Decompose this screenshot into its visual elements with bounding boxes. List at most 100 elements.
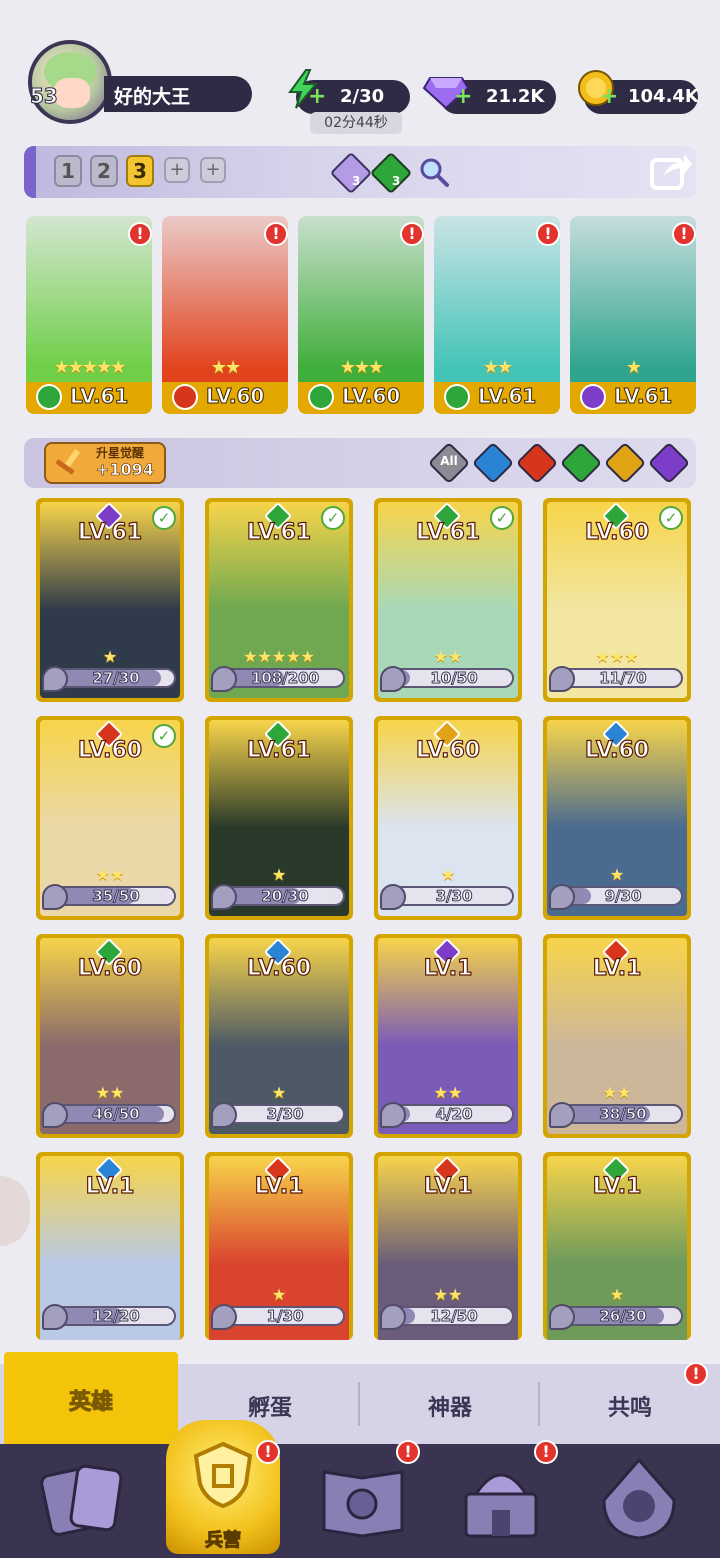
shard-progress-text: 3/30	[266, 1105, 304, 1124]
hero-level: LV.61	[613, 384, 673, 409]
featured-hero-card[interactable]: ★★ LV.61!	[434, 216, 560, 414]
shard-progress-text: 3/30	[435, 887, 473, 906]
featured-hero-card[interactable]: ★★★★★ LV.61!	[26, 216, 152, 414]
hero-stars: ★	[609, 865, 625, 884]
shard-progress-text: 38/50	[599, 1105, 647, 1124]
hero-card[interactable]: LV.60 ★ 3/30	[205, 934, 353, 1138]
hero-level: LV.61	[246, 519, 312, 545]
map-book-icon[interactable]	[318, 1458, 408, 1544]
shard-progress-text: 9/30	[604, 887, 642, 906]
hero-level: LV.60	[205, 384, 265, 409]
player-avatar[interactable]	[28, 40, 112, 124]
element-wood-icon	[308, 384, 334, 410]
hero-card[interactable]: LV.60 ★★ 46/50	[36, 934, 184, 1138]
team-add-slot-1[interactable]: +	[164, 157, 190, 183]
featured-hero-card[interactable]: ★★★ LV.60!	[298, 216, 424, 414]
hero-card[interactable]: LV.1 ★ 1/30	[205, 1152, 353, 1340]
hero-stars: ★	[271, 865, 287, 884]
search-icon[interactable]	[418, 156, 450, 188]
shard-progress-text: 35/50	[92, 887, 140, 906]
cards-icon[interactable]	[40, 1458, 130, 1544]
upstar-value: +1094	[96, 460, 155, 480]
hero-stars: ★★★★★	[243, 647, 315, 666]
hero-level: LV.60	[341, 384, 401, 409]
energy-add-icon[interactable]: +	[308, 86, 326, 108]
hero-alert-badge: !	[264, 222, 288, 246]
hero-stars: ★★	[210, 357, 241, 378]
hero-stars: ★★	[482, 357, 513, 378]
shard-progress-text: 27/30	[92, 669, 140, 688]
side-avatar-bubble[interactable]	[0, 1176, 30, 1246]
team-slot-3[interactable]: 3	[126, 155, 154, 187]
shrine-alert-badge: !	[534, 1440, 558, 1464]
element-wood-icon	[444, 384, 470, 410]
shard-progress-text: 12/20	[92, 1307, 140, 1326]
shard-progress-text: 26/30	[599, 1307, 647, 1326]
hero-alert-badge: !	[672, 222, 696, 246]
hero-level: LV.61	[477, 384, 537, 409]
hero-card[interactable]: LV.1 ★ 26/30	[543, 1152, 691, 1340]
tab-resonance[interactable]: 共鸣	[540, 1390, 720, 1422]
shard-progress-text: 10/50	[430, 669, 478, 688]
tab-heroes[interactable]: 英雄	[4, 1384, 178, 1416]
hero-level: LV.1	[592, 955, 642, 981]
hero-card[interactable]: LV.1 ★★ 38/50	[543, 934, 691, 1138]
hero-card[interactable]: ✓ LV.61 ★★★★★ 108/200	[205, 498, 353, 702]
resonance-alert-badge: !	[684, 1362, 708, 1386]
avatar-face	[54, 78, 90, 108]
hero-card[interactable]: LV.60 ★ 3/30	[374, 716, 522, 920]
energy-value: 2/30	[340, 86, 385, 107]
hero-stars: ★★	[95, 1083, 125, 1102]
hero-card[interactable]: ✓ LV.61 ★★ 10/50	[374, 498, 522, 702]
hero-stars: ★★	[602, 1083, 632, 1102]
hero-card[interactable]: LV.1 ★★ 12/50	[374, 1152, 522, 1340]
hero-level: LV.61	[415, 519, 481, 545]
hero-card[interactable]: ✓ LV.60 ★★★ 11/70	[543, 498, 691, 702]
energy-timer: 02分44秒	[310, 112, 402, 134]
hero-level: LV.1	[254, 1173, 304, 1199]
team-slot-1[interactable]: 1	[54, 155, 82, 187]
player-level: 53	[30, 84, 59, 109]
hero-card[interactable]: LV.1 ★★ 4/20	[374, 934, 522, 1138]
hero-card[interactable]: ✓ LV.60 ★★ 35/50	[36, 716, 184, 920]
wood-rune-count: 3	[392, 174, 401, 188]
hero-card[interactable]: LV.60 ★ 9/30	[543, 716, 691, 920]
hero-stars: ★	[625, 357, 642, 378]
shard-progress-text: 11/70	[599, 669, 647, 688]
share-icon[interactable]	[648, 148, 694, 192]
hero-card[interactable]: LV.1 12/20	[36, 1152, 184, 1340]
hero-alert-badge: !	[400, 222, 424, 246]
hero-level: LV.1	[423, 1173, 473, 1199]
hero-level: LV.60	[415, 737, 481, 763]
shrine-icon[interactable]	[456, 1454, 546, 1544]
gold-value: 104.4K	[628, 86, 699, 107]
hero-stars: ★	[440, 865, 456, 884]
team-slot-2[interactable]: 2	[90, 155, 118, 187]
hero-card[interactable]: LV.61 ★ 20/30	[205, 716, 353, 920]
sword-icon	[55, 448, 81, 475]
hero-stars: ★	[609, 1285, 625, 1304]
tab-artifact[interactable]: 神器	[360, 1390, 540, 1422]
hero-level: LV.1	[85, 1173, 135, 1199]
gem-add-icon[interactable]: +	[454, 86, 472, 108]
barracks-label: 兵营	[205, 1530, 242, 1552]
hero-level: LV.1	[592, 1173, 642, 1199]
hero-stars: ★	[271, 1285, 287, 1304]
featured-hero-card[interactable]: ★ LV.61!	[570, 216, 696, 414]
hero-stars: ★★	[95, 865, 125, 884]
filter-all-label: All	[440, 454, 458, 468]
gold-add-icon[interactable]: +	[600, 86, 618, 108]
hero-card[interactable]: ✓ LV.61 ★ 27/30	[36, 498, 184, 702]
upstar-label: 升星觉醒	[96, 446, 145, 460]
guild-hood-icon[interactable]	[594, 1454, 684, 1544]
hero-stars: ★★	[433, 1083, 463, 1102]
element-fire-icon	[172, 384, 198, 410]
hero-level: LV.60	[584, 737, 650, 763]
team-add-slot-2[interactable]: +	[200, 157, 226, 183]
shard-progress-text: 46/50	[92, 1105, 140, 1124]
featured-hero-card[interactable]: ★★ LV.60!	[162, 216, 288, 414]
tab-hatch[interactable]: 孵蛋	[180, 1390, 360, 1422]
shard-progress-text: 4/20	[435, 1105, 473, 1124]
player-name: 好的大王	[114, 86, 191, 108]
hero-stars: ★★★★★	[53, 357, 127, 378]
